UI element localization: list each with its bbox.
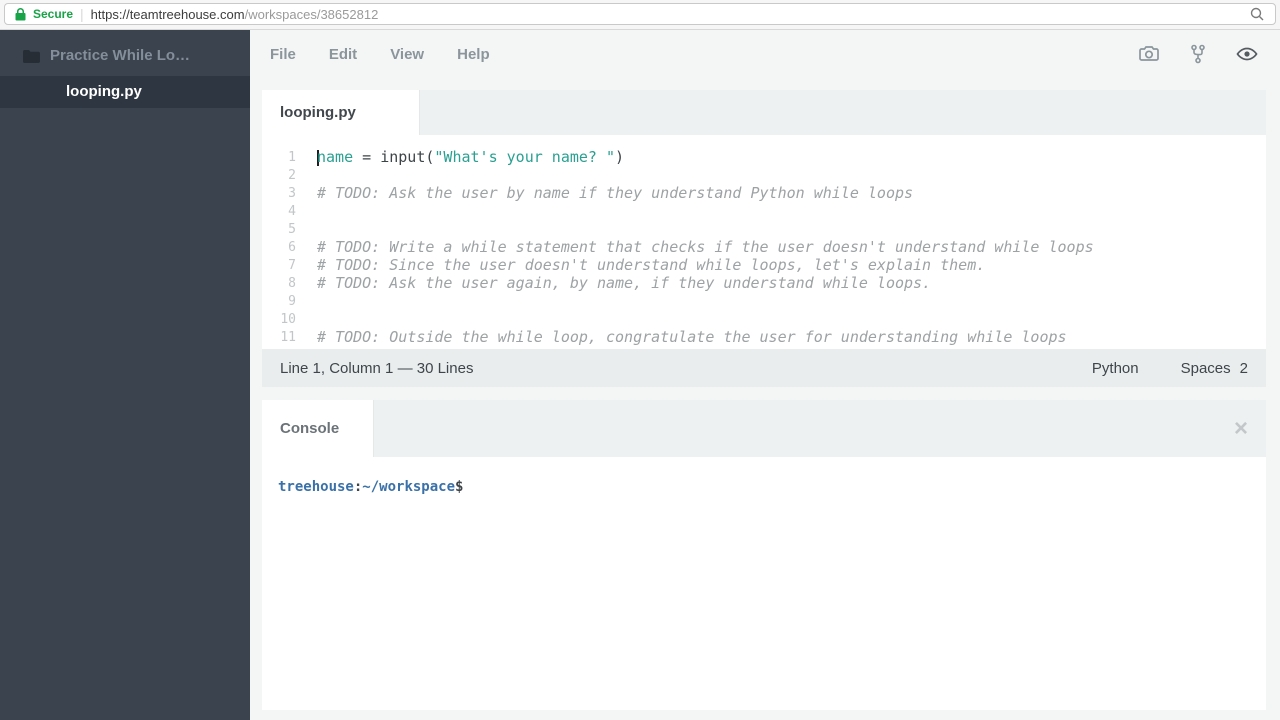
line-number: 5 [288,222,296,237]
camera-icon[interactable] [1138,43,1160,65]
cursor-position-status: Line 1, Column 1 — 30 Lines [280,359,474,377]
menu-item-edit[interactable]: Edit [329,46,357,63]
code-line[interactable]: # TODO: Outside the while loop, congratu… [317,328,1266,346]
code-token: # TODO: Outside the while loop, congratu… [317,328,1067,346]
project-row[interactable]: Practice While Lo… [0,30,250,76]
code-line[interactable] [317,166,1266,184]
code-line[interactable]: # TODO: Ask the user by name if they und… [317,184,1266,202]
editor-statusbar: Line 1, Column 1 — 30 Lines Python Space… [262,349,1266,387]
menu-item-view[interactable]: View [390,46,424,63]
code-token: # TODO: Ask the user by name if they und… [317,184,914,202]
folder-icon [23,49,40,63]
line-number: 6 [288,240,296,255]
tab-looping-py[interactable]: looping.py [262,90,420,135]
editor-tab-bar: looping.py [262,90,1266,135]
url-domain: https://teamtreehouse.com [90,6,245,22]
menu-item-file[interactable]: File [270,46,296,63]
terminal-prompt[interactable]: treehouse:~/workspace$ [278,478,1250,496]
project-title: Practice While Lo… [50,47,191,64]
code-line[interactable] [317,292,1266,310]
line-number: 3 [288,186,296,201]
line-number: 1 [288,150,296,165]
menu-items: File Edit View Help [270,46,490,63]
workspace-menubar: File Edit View Help [250,30,1280,78]
prompt-segment: treehouse [278,479,354,495]
indent-selector[interactable]: Spaces 2 [1181,360,1248,377]
gutter: 1 2 3 4 5 6 7 8 9 10 11 [262,135,296,349]
console-output[interactable]: treehouse:~/workspace$ [262,457,1266,517]
line-number: 9 [288,294,296,309]
line-number: 8 [288,276,296,291]
code-line[interactable]: # TODO: Since the user doesn't understan… [317,256,1266,274]
file-sidebar: Practice While Lo… looping.py [0,30,250,720]
fork-icon[interactable] [1187,43,1209,65]
url-path: /workspaces/38652812 [244,6,379,22]
code-line[interactable]: name = input("What's your name? ") [317,148,1266,166]
url-text: https://teamtreehouse.com/workspaces/386… [91,7,379,22]
prompt-segment: ~/workspace [362,479,456,495]
line-number: 7 [288,258,296,273]
console-panel: Console × treehouse:~/workspace$ [262,400,1266,710]
indent-value: 2 [1239,359,1248,377]
secure-badge[interactable]: Secure [33,7,73,21]
lock-icon [15,7,26,21]
code-line[interactable] [317,202,1266,220]
toolbar-icons [1138,30,1258,78]
code-line[interactable]: # TODO: Write a while statement that che… [317,238,1266,256]
code-line[interactable] [317,220,1266,238]
zoom-icon[interactable] [1249,6,1265,22]
code-token: name [317,148,354,166]
code-token: "What's your name? " [434,148,616,166]
indent-label: Spaces [1180,359,1231,377]
code-editor[interactable]: 1 2 3 4 5 6 7 8 9 10 11 name = input("What's your … [262,135,1266,349]
line-number: 10 [280,312,296,327]
prompt-segment: $ [455,479,464,495]
language-selector[interactable]: Python [1092,360,1139,377]
address-separator: | [80,6,84,22]
code-line[interactable]: # TODO: Ask the user again, by name, if … [317,274,1266,292]
line-number: 2 [288,168,296,183]
console-tab-bar: Console × [262,400,1266,457]
code-line[interactable] [317,310,1266,328]
eye-icon[interactable] [1236,43,1258,65]
address-bar[interactable]: Secure | https://teamtreehouse.com/works… [4,3,1276,25]
sidebar-file-looping-py[interactable]: looping.py [0,76,250,108]
line-number: 11 [280,330,296,345]
code-token: # TODO: Write a while statement that che… [317,238,1094,256]
editor-panel: looping.py 1 2 3 4 5 6 7 8 9 10 11 name = input("W… [262,90,1266,387]
code-token: = input( [353,148,435,166]
code-lines[interactable]: name = input("What's your name? ") # TODO… [296,135,1266,349]
tab-console[interactable]: Console [262,400,374,457]
code-token: ) [615,148,625,166]
code-token: # TODO: Since the user doesn't understan… [317,256,986,274]
code-token: # TODO: Ask the user again, by name, if … [317,274,932,292]
line-number: 4 [288,204,296,219]
browser-bar: Secure | https://teamtreehouse.com/works… [0,0,1280,30]
menu-item-help[interactable]: Help [457,46,490,63]
close-icon[interactable]: × [1234,416,1248,441]
